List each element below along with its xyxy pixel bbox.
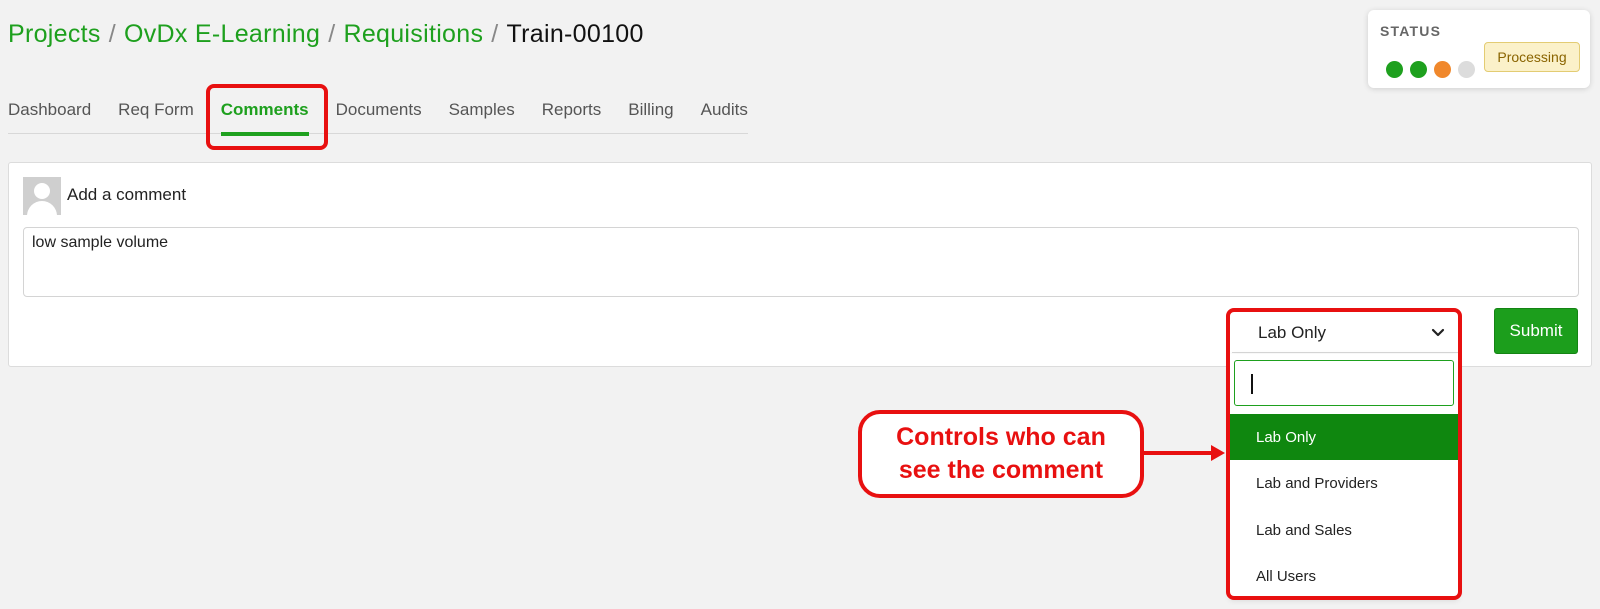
breadcrumb-requisitions[interactable]: Requisitions — [343, 20, 483, 49]
status-progress-dots — [1386, 61, 1482, 78]
tab-documents[interactable]: Documents — [336, 92, 422, 134]
breadcrumb-separator: / — [491, 20, 499, 48]
tab-reports[interactable]: Reports — [542, 92, 602, 134]
annotation-arrow-line — [1144, 451, 1212, 455]
avatar — [23, 177, 61, 215]
breadcrumb-projects[interactable]: Projects — [8, 20, 101, 49]
tab-req-form[interactable]: Req Form — [118, 92, 194, 134]
breadcrumb-separator: / — [108, 20, 116, 48]
status-badge: Processing — [1484, 42, 1580, 72]
callout-line-1: Controls who can — [896, 423, 1106, 451]
breadcrumb-separator: / — [328, 20, 336, 48]
status-dot — [1386, 61, 1403, 78]
avatar-head-icon — [34, 183, 50, 199]
arrow-right-icon — [1211, 445, 1225, 461]
breadcrumb-project-name[interactable]: OvDx E-Learning — [124, 20, 320, 49]
breadcrumb: Projects / OvDx E-Learning / Requisition… — [8, 20, 644, 49]
annotation-highlight-visibility-dropdown — [1226, 308, 1462, 600]
annotation-highlight-comments-tab — [206, 84, 328, 150]
status-dot — [1458, 61, 1475, 78]
tab-audits[interactable]: Audits — [701, 92, 748, 134]
tab-dashboard[interactable]: Dashboard — [8, 92, 91, 134]
annotation-callout: Controls who can see the comment — [858, 410, 1144, 498]
status-dot — [1434, 61, 1451, 78]
status-card: STATUS Processing — [1368, 10, 1590, 88]
tab-billing[interactable]: Billing — [628, 92, 673, 134]
callout-line-2: see the comment — [898, 456, 1104, 484]
page-title: Train-00100 — [506, 20, 644, 48]
add-comment-label: Add a comment — [67, 185, 187, 204]
comment-input[interactable]: low sample volume — [23, 227, 1579, 297]
status-label: STATUS — [1380, 23, 1442, 39]
avatar-body-icon — [27, 201, 57, 215]
tab-samples[interactable]: Samples — [449, 92, 515, 134]
submit-button[interactable]: Submit — [1494, 308, 1578, 354]
status-dot — [1410, 61, 1427, 78]
tab-bar: Dashboard Req Form Comments Documents Sa… — [8, 92, 748, 136]
